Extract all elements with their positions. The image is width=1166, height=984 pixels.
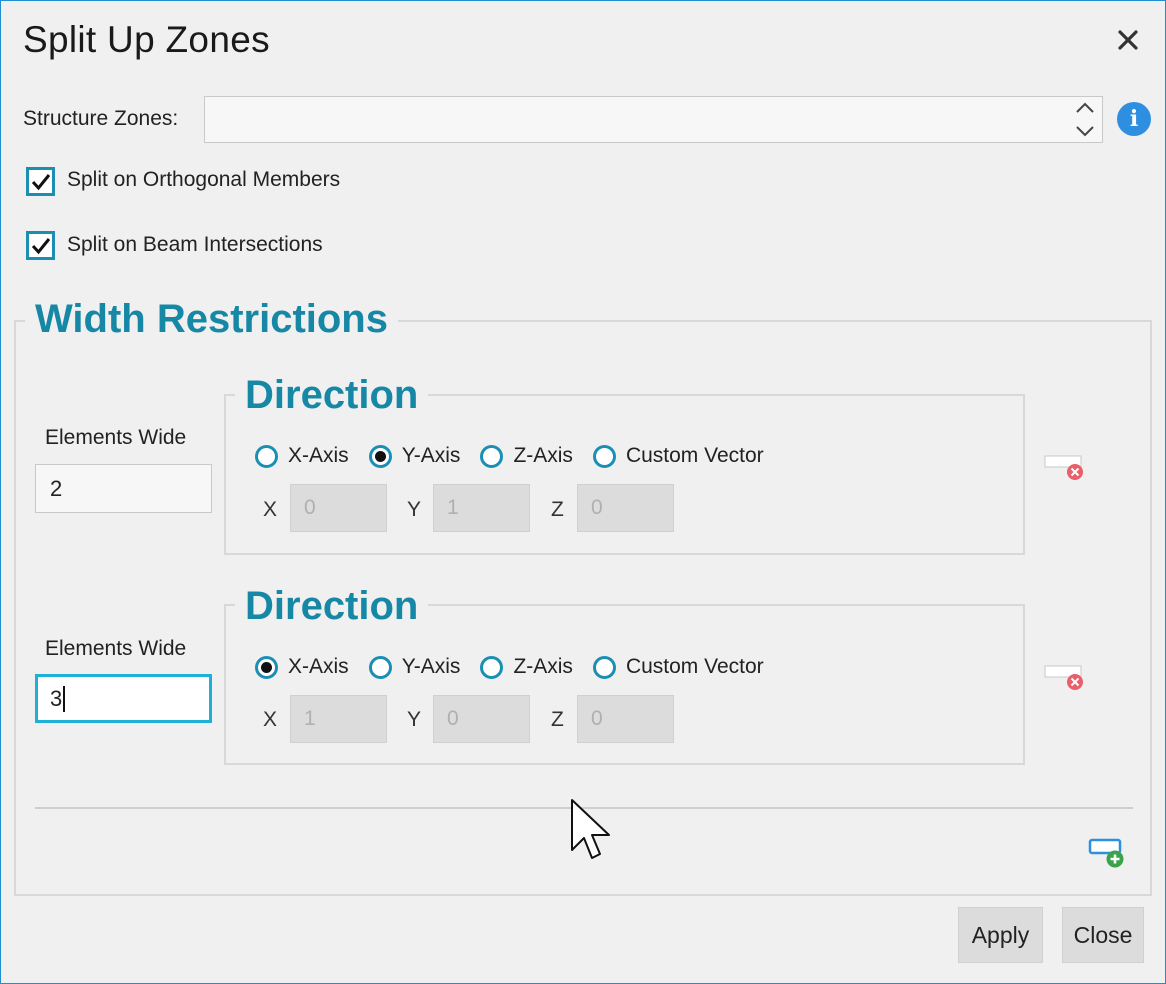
width-restrictions-title: Width Restrictions	[25, 297, 398, 342]
radio-z-axis-label[interactable]: Z-Axis	[513, 444, 573, 468]
chevron-up-icon	[1076, 102, 1094, 113]
x-coord-label: X	[263, 708, 278, 731]
radio-x-axis[interactable]	[255, 444, 278, 468]
info-icon[interactable]: i	[1117, 102, 1151, 136]
axis-radio-group: X-Axis Y-Axis Z-Axis Custom Vector	[255, 655, 784, 679]
radio-custom-vector[interactable]	[592, 655, 616, 679]
direction-title: Direction	[235, 584, 429, 629]
checkmark-icon	[31, 237, 50, 254]
radio-custom-vector-label[interactable]: Custom Vector	[626, 655, 764, 679]
elements-wide-label: Elements Wide	[45, 426, 187, 449]
x-coord-label: X	[263, 498, 278, 521]
remove-row-button[interactable]	[1044, 663, 1086, 693]
split-orthogonal-label[interactable]: Split on Orthogonal Members	[67, 168, 340, 192]
z-coord-input: 0	[577, 484, 674, 532]
y-coord-input: 0	[433, 695, 530, 743]
direction-title: Direction	[235, 373, 429, 418]
radio-y-axis-label[interactable]: Y-Axis	[402, 655, 461, 679]
z-coord-input: 0	[577, 695, 674, 743]
split-beam-label[interactable]: Split on Beam Intersections	[67, 233, 323, 257]
mouse-pointer-icon	[569, 798, 613, 862]
close-icon[interactable]	[1111, 23, 1145, 57]
close-button[interactable]: Close	[1062, 907, 1144, 963]
radio-custom-vector-label[interactable]: Custom Vector	[626, 444, 764, 468]
y-coord-label: Y	[407, 498, 422, 521]
radio-selected-dot	[261, 661, 272, 673]
structure-zones-spinner[interactable]	[1069, 97, 1101, 142]
radio-custom-vector[interactable]	[592, 444, 616, 468]
elements-wide-label: Elements Wide	[45, 637, 187, 660]
remove-icon	[1044, 665, 1083, 690]
radio-y-axis-label[interactable]: Y-Axis	[402, 444, 461, 468]
split-up-zones-dialog: Split Up Zones Structure Zones: i Split …	[0, 0, 1166, 984]
remove-icon	[1044, 455, 1083, 480]
z-coord-label: Z	[551, 498, 564, 521]
checkmark-icon	[31, 173, 50, 190]
radio-z-axis-label[interactable]: Z-Axis	[513, 655, 573, 679]
radio-x-axis-label[interactable]: X-Axis	[288, 655, 349, 679]
remove-row-button[interactable]	[1044, 453, 1086, 483]
dialog-title: Split Up Zones	[23, 19, 270, 60]
chevron-down-icon	[1076, 126, 1094, 137]
split-beam-checkbox[interactable]	[26, 231, 55, 260]
radio-x-axis[interactable]	[255, 655, 278, 679]
x-coord-input: 1	[290, 695, 387, 743]
elements-wide-value: 3	[50, 685, 63, 711]
x-coord-input: 0	[290, 484, 387, 532]
structure-zones-input[interactable]	[204, 96, 1103, 143]
y-coord-input: 1	[433, 484, 530, 532]
structure-zones-label: Structure Zones:	[23, 107, 179, 130]
split-orthogonal-checkbox[interactable]	[26, 167, 55, 196]
add-row-button[interactable]	[1088, 836, 1128, 870]
elements-wide-input[interactable]: 3	[35, 674, 212, 723]
axis-radio-group: X-Axis Y-Axis Z-Axis Custom Vector	[255, 444, 784, 468]
radio-y-axis[interactable]	[368, 655, 392, 679]
elements-wide-input[interactable]: 2	[35, 464, 212, 513]
radio-z-axis[interactable]	[480, 655, 504, 679]
radio-x-axis-label[interactable]: X-Axis	[288, 444, 349, 468]
add-icon	[1088, 838, 1124, 868]
radio-y-axis[interactable]	[368, 444, 392, 468]
z-coord-label: Z	[551, 708, 564, 731]
text-caret	[63, 685, 66, 712]
y-coord-label: Y	[407, 708, 422, 731]
apply-button[interactable]: Apply	[958, 907, 1043, 963]
radio-z-axis[interactable]	[480, 444, 504, 468]
radio-selected-dot	[374, 450, 386, 462]
